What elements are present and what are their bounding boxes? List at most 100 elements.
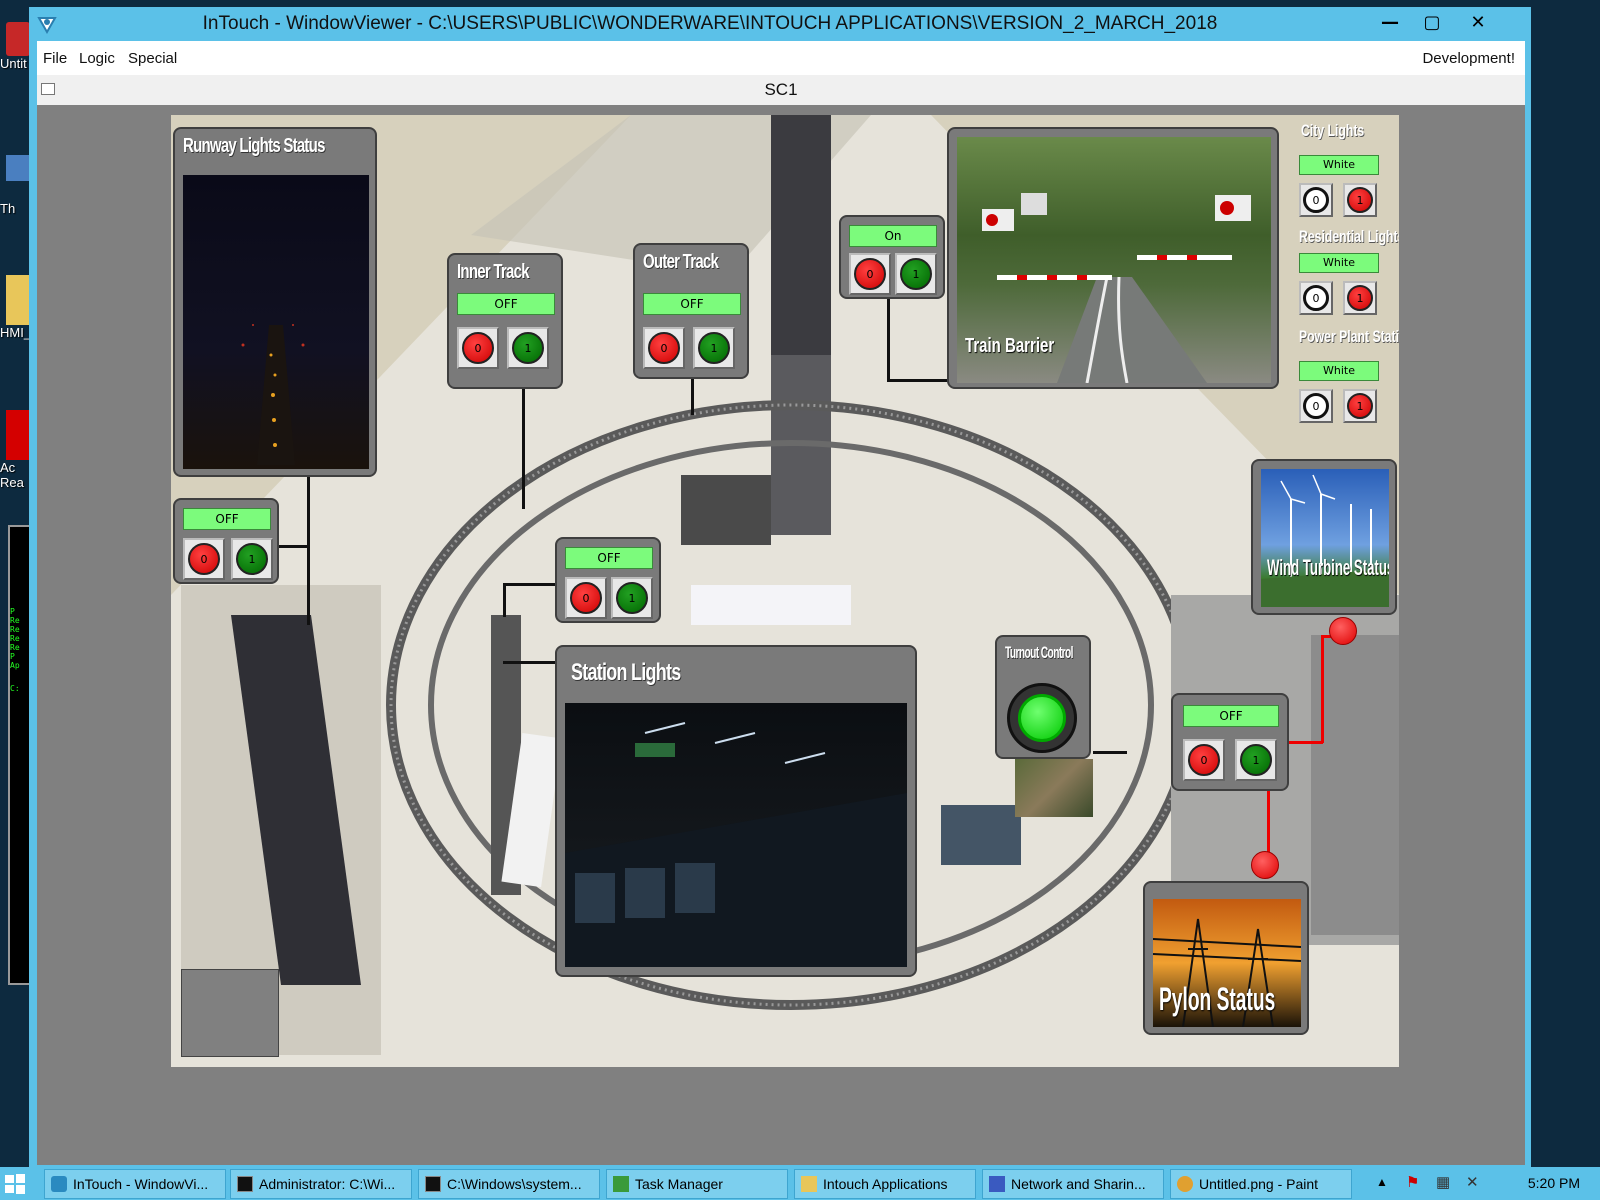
maximize-button[interactable]: ▢ xyxy=(1411,7,1453,37)
connector-line xyxy=(522,389,525,509)
barrier-control-panel: On 0 1 xyxy=(839,215,945,299)
barrier-status-indicator: On xyxy=(849,225,937,247)
taskbar-paint[interactable]: Untitled.png - Paint xyxy=(1170,1169,1352,1199)
maximize-icon: ▢ xyxy=(1423,11,1441,33)
desktop-icon-hmi-folder[interactable]: HMI_ xyxy=(0,275,30,340)
intouch-icon xyxy=(51,1176,67,1192)
taskbar-intouch-applications[interactable]: Intouch Applications xyxy=(794,1169,976,1199)
inner-track-title: Inner Track xyxy=(457,261,530,283)
residential-lights-off-button[interactable]: 0 xyxy=(1299,281,1333,315)
computer-icon xyxy=(6,155,30,181)
outer-track-title: Outer Track xyxy=(643,251,719,273)
taskbar: InTouch - WindowVi... Administrator: C:\… xyxy=(0,1167,1600,1200)
connector-line xyxy=(503,661,555,664)
pylon-off-button[interactable]: 0 xyxy=(1183,739,1225,781)
task-manager-icon xyxy=(613,1176,629,1192)
inner-track-off-button[interactable]: 0 xyxy=(457,327,499,369)
taskbar-admin-cmd[interactable]: Administrator: C:\Wi... xyxy=(230,1169,412,1199)
document-title: SC1 xyxy=(764,80,798,99)
city-lights-on-button[interactable]: 1 xyxy=(1343,183,1377,217)
power-line-red xyxy=(1321,635,1324,743)
turnout-control-title: Turnout Control xyxy=(1005,643,1073,662)
windowviewer-window: InTouch - WindowViewer - C:\USERS\PUBLIC… xyxy=(29,7,1531,1167)
runway-status-indicator: OFF xyxy=(183,508,271,530)
residential-lights-status: White xyxy=(1299,253,1379,273)
runway-off-button[interactable]: 0 xyxy=(183,538,225,580)
windows-start-icon[interactable] xyxy=(4,1173,26,1195)
power-plant-on-button[interactable]: 1 xyxy=(1343,389,1377,423)
city-lights-off-button[interactable]: 0 xyxy=(1299,183,1333,217)
outer-track-panel: Outer Track OFF 0 1 xyxy=(633,243,749,379)
minimize-icon: — xyxy=(1381,11,1399,33)
action-center-icon[interactable]: ⚑ xyxy=(1406,1173,1419,1191)
menu-special[interactable]: Special xyxy=(128,50,177,67)
taskbar-system-cmd[interactable]: C:\Windows\system... xyxy=(418,1169,600,1199)
train-barrier-label: Train Barrier xyxy=(965,335,1055,357)
taskbar-intouch[interactable]: InTouch - WindowVi... xyxy=(44,1169,226,1199)
taskbar-task-manager[interactable]: Task Manager xyxy=(606,1169,788,1199)
turnout-green-indicator xyxy=(1018,694,1066,742)
power-line-red xyxy=(1289,741,1323,744)
residential-lights-on-button[interactable]: 1 xyxy=(1343,281,1377,315)
power-plant-title: Power Plant Station xyxy=(1299,327,1399,346)
pylon-on-button[interactable]: 1 xyxy=(1235,739,1277,781)
turnout-toggle-button[interactable] xyxy=(1007,683,1077,753)
station-status-indicator: OFF xyxy=(565,547,653,569)
power-plant-status: White xyxy=(1299,361,1379,381)
network-icon xyxy=(989,1176,1005,1192)
desktop-icon-acrobat[interactable]: Ac Rea xyxy=(0,410,30,490)
document-title-bar: SC1 xyxy=(37,75,1525,105)
barrier-off-button[interactable]: 0 xyxy=(849,253,891,295)
turnout-control-panel: Turnout Control xyxy=(995,635,1091,759)
taskbar-clock[interactable]: 5:20 PM xyxy=(1528,1175,1580,1191)
outer-track-status-indicator: OFF xyxy=(643,293,741,315)
pylon-control-panel: OFF 0 1 xyxy=(1171,693,1289,791)
network-tray-icon[interactable]: ▦ xyxy=(1436,1173,1450,1191)
pylon-status-indicator: OFF xyxy=(1183,705,1279,727)
power-node-indicator xyxy=(1251,851,1279,879)
connector-line xyxy=(279,545,309,548)
hmi-canvas: Runway Lights Status OFF 0 1 Inner Track… xyxy=(171,115,1399,1067)
window-viewport: Runway Lights Status OFF 0 1 Inner Track… xyxy=(37,105,1525,1165)
minimize-button[interactable]: — xyxy=(1369,7,1411,37)
pylon-sunset-image: Pylon Status xyxy=(1153,899,1301,1027)
cmd-icon xyxy=(425,1176,441,1192)
inner-track-status-indicator: OFF xyxy=(457,293,555,315)
menu-file[interactable]: File xyxy=(43,50,67,67)
runway-lights-title: Runway Lights Status xyxy=(183,135,325,157)
runway-night-image xyxy=(183,175,369,469)
tray-expand-icon[interactable]: ▲ xyxy=(1376,1175,1388,1189)
menu-logic[interactable]: Logic xyxy=(79,50,115,67)
station-night-image xyxy=(565,703,907,967)
barrier-on-button[interactable]: 1 xyxy=(895,253,937,295)
power-plant-off-button[interactable]: 0 xyxy=(1299,389,1333,423)
wind-turbine-label: Wind Turbine Status xyxy=(1267,555,1389,580)
connector-line xyxy=(307,477,310,625)
station-off-button[interactable]: 0 xyxy=(565,577,607,619)
power-node-indicator xyxy=(1329,617,1357,645)
pylon-status-label: Pylon Status xyxy=(1159,981,1276,1017)
inner-track-on-button[interactable]: 1 xyxy=(507,327,549,369)
outer-track-on-button[interactable]: 1 xyxy=(693,327,735,369)
taskbar-network-sharing[interactable]: Network and Sharin... xyxy=(982,1169,1164,1199)
train-barrier-panel: Train Barrier xyxy=(947,127,1279,389)
station-platform-graphic xyxy=(565,722,907,967)
runway-lights-graphic xyxy=(241,324,305,465)
connector-line xyxy=(503,583,506,617)
pylon-status-panel: Pylon Status xyxy=(1143,881,1309,1035)
connector-line xyxy=(1093,751,1127,754)
connector-line xyxy=(887,379,949,382)
desktop-icon-this-pc[interactable]: Th xyxy=(0,155,30,216)
development-label: Development! xyxy=(1422,50,1515,67)
wind-turbines-graphic xyxy=(1261,474,1389,607)
desktop-icon-untitled[interactable]: Untit xyxy=(0,22,30,71)
station-on-button[interactable]: 1 xyxy=(611,577,653,619)
outer-track-off-button[interactable]: 0 xyxy=(643,327,685,369)
title-bar[interactable]: InTouch - WindowViewer - C:\USERS\PUBLIC… xyxy=(29,7,1531,41)
wind-turbine-image: Wind Turbine Status xyxy=(1261,469,1389,607)
volume-muted-icon[interactable]: ✕ xyxy=(1466,1173,1479,1191)
close-button[interactable]: ✕ xyxy=(1453,7,1503,37)
paint-file-icon xyxy=(6,22,30,56)
train-barrier-image: Train Barrier xyxy=(957,137,1271,383)
runway-on-button[interactable]: 1 xyxy=(231,538,273,580)
